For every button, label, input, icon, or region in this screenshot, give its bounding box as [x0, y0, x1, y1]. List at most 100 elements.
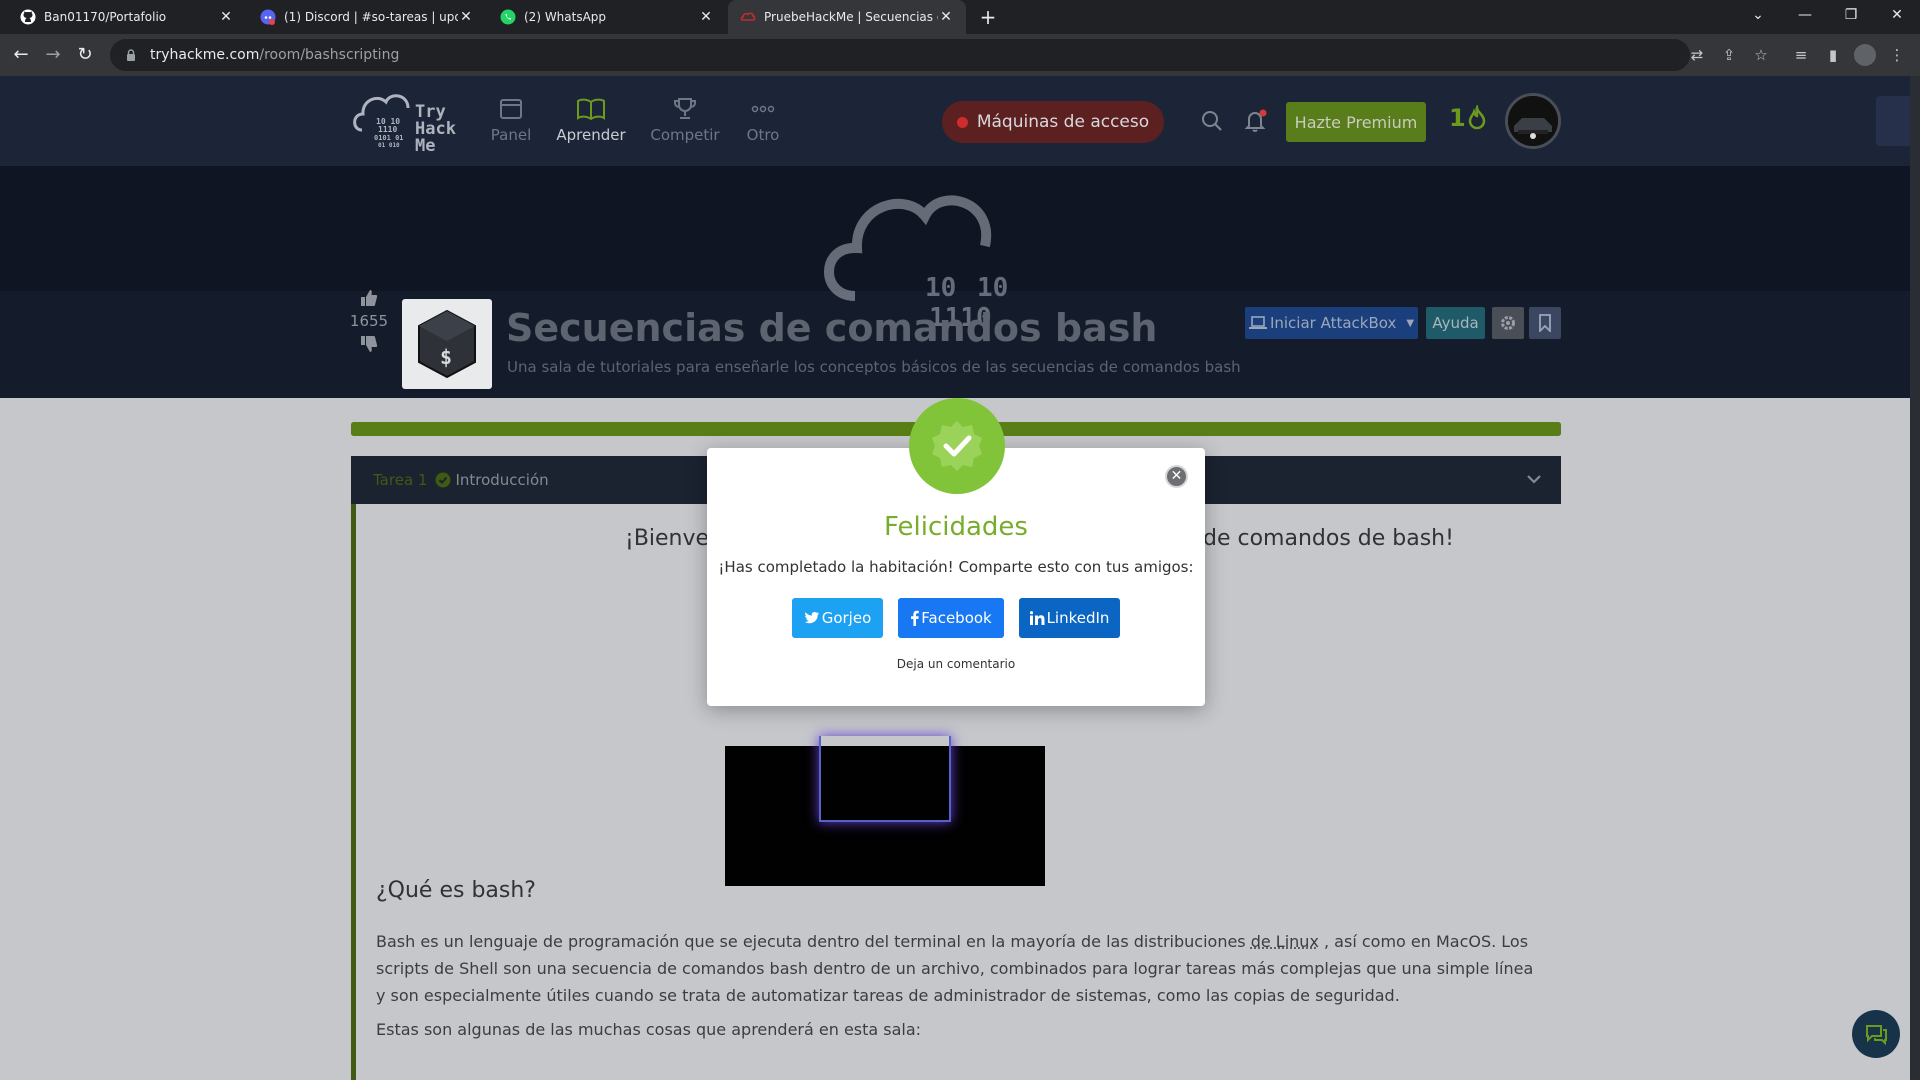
share-facebook-button[interactable]: Facebook — [898, 598, 1004, 638]
restore-button[interactable]: ❐ — [1828, 0, 1874, 30]
help-label: Ayuda — [1432, 314, 1479, 332]
tab-close-icon[interactable]: ✕ — [698, 9, 714, 25]
close-modal-button[interactable]: ✕ — [1165, 465, 1188, 488]
media-icon[interactable]: ≡ — [1790, 44, 1812, 66]
chat-button[interactable] — [1852, 1010, 1900, 1058]
book-icon — [553, 96, 629, 122]
premium-button[interactable]: Hazte Premium — [1286, 102, 1426, 142]
user-avatar[interactable] — [1505, 93, 1561, 149]
browser-tab[interactable]: Ban01170/Portafolio ✕ — [8, 0, 246, 34]
reload-icon[interactable]: ↻ — [72, 42, 98, 68]
whatsapp-icon — [500, 9, 516, 25]
new-tab-button[interactable]: + — [976, 5, 1000, 29]
access-machines-button[interactable]: Máquinas de acceso — [942, 101, 1164, 143]
nav-label: Panel — [490, 126, 532, 144]
svg-text:0101 01: 0101 01 — [374, 134, 404, 142]
welcome-heading-end: de comandos de bash! — [1203, 526, 1454, 551]
forward-arrow-icon[interactable]: → — [40, 42, 66, 68]
lock-icon — [124, 48, 138, 62]
tab-close-icon[interactable]: ✕ — [938, 9, 954, 25]
bookmark-button[interactable] — [1529, 307, 1561, 339]
settings-button[interactable] — [1492, 307, 1524, 339]
start-attackbox-button[interactable]: Iniciar AttackBox ▼ — [1245, 307, 1418, 339]
attackbox-label: Iniciar AttackBox — [1269, 314, 1397, 332]
logo-text: Try Hack Me — [415, 104, 456, 155]
task-number: Tarea 1 — [373, 471, 428, 489]
share-label: LinkedIn — [1046, 609, 1110, 627]
help-button[interactable]: Ayuda — [1426, 307, 1485, 339]
browser-tab[interactable]: (1) Discord | #so-tareas | upqroo ✕ — [248, 0, 486, 34]
share-linkedin-button[interactable]: LinkedIn — [1019, 598, 1120, 638]
access-label: Máquinas de acceso — [976, 112, 1150, 132]
thumbs-up-icon[interactable] — [359, 288, 379, 308]
section-heading: ¿Qué es bash? — [376, 878, 536, 903]
bookmark-icon — [1538, 314, 1552, 332]
back-arrow-icon[interactable]: ← — [8, 42, 34, 68]
premium-label: Hazte Premium — [1294, 112, 1418, 132]
svg-text:$: $ — [440, 345, 452, 369]
nav-item-panel[interactable]: Panel — [486, 96, 536, 144]
nav-item-otro[interactable]: Otro — [740, 96, 786, 144]
linux-link[interactable]: de Linux — [1251, 932, 1319, 951]
menu-icon[interactable]: ⋮ — [1886, 44, 1908, 66]
flame-icon — [1466, 105, 1488, 131]
tab-title: PruebeHackMe | Secuencias de c — [764, 10, 938, 24]
laptop-icon — [1248, 316, 1267, 330]
streak-count: 1 — [1449, 104, 1466, 132]
twitter-icon — [804, 611, 820, 625]
check-badge-icon — [929, 418, 985, 474]
bell-icon[interactable] — [1243, 108, 1269, 134]
side-tab[interactable] — [1876, 96, 1910, 146]
vote-widget: 1655 — [348, 288, 390, 354]
svg-text:1110: 1110 — [378, 125, 397, 134]
search-icon[interactable] — [1200, 109, 1224, 133]
vote-count: 1655 — [349, 312, 389, 330]
svg-text:10: 10 — [925, 273, 956, 303]
neon-frame — [819, 736, 951, 822]
facebook-icon — [910, 610, 920, 626]
modal-title: Felicidades — [884, 512, 1028, 542]
browser-tab-active[interactable]: PruebeHackMe | Secuencias de c ✕ — [728, 0, 966, 34]
tab-search-icon[interactable]: ⌄ — [1735, 0, 1781, 30]
site-header: 10 10 1110 0101 01 01 010 Try Hack Me Pa… — [0, 76, 1910, 166]
welcome-heading: ¡Bienve — [625, 526, 710, 551]
svg-text:10: 10 — [977, 273, 1008, 303]
close-window-button[interactable]: ✕ — [1874, 0, 1920, 30]
status-dot — [956, 116, 968, 128]
streak-counter[interactable]: 1 — [1449, 104, 1488, 132]
tab-close-icon[interactable]: ✕ — [458, 9, 474, 25]
share-twitter-button[interactable]: Gorjeo — [792, 598, 883, 638]
leave-comment-link[interactable]: Deja un comentario — [707, 657, 1205, 671]
check-circle-icon — [435, 472, 451, 488]
browser-tab[interactable]: (2) WhatsApp ✕ — [488, 0, 726, 34]
success-badge — [909, 398, 1005, 494]
modal-text: ¡Has completado la habitación! Comparte … — [718, 558, 1194, 576]
discord-icon — [260, 9, 276, 25]
nav-label: Competir — [650, 126, 720, 144]
translate-icon[interactable]: ⇄ — [1686, 44, 1708, 66]
browser-toolbar: ← → ↻ tryhackme.com/room/bashscripting ⇄… — [0, 34, 1920, 76]
chevron-down-icon[interactable] — [1525, 470, 1543, 488]
caret-down-icon[interactable]: ▼ — [1406, 318, 1414, 329]
url-text: tryhackme.com/room/bashscripting — [150, 47, 399, 63]
dashboard-icon — [486, 96, 536, 122]
nav-item-competir[interactable]: Competir — [647, 96, 723, 144]
minimize-button[interactable]: — — [1782, 0, 1828, 30]
profile-icon[interactable] — [1854, 44, 1876, 66]
room-subtitle: Una sala de tutoriales para enseñarle lo… — [507, 358, 1241, 376]
tab-close-icon[interactable]: ✕ — [218, 9, 234, 25]
side-panel-icon[interactable]: ▮ — [1822, 44, 1844, 66]
task-title: Introducción — [455, 471, 549, 489]
url-host: tryhackme.com — [150, 47, 260, 63]
nav-item-aprender[interactable]: Aprender — [553, 96, 629, 144]
thumbs-down-icon[interactable] — [359, 334, 379, 354]
trophy-icon — [647, 96, 723, 122]
tab-title: (2) WhatsApp — [524, 10, 607, 24]
share-icon[interactable]: ⇪ — [1718, 44, 1740, 66]
nav-label: Otro — [746, 126, 780, 144]
star-icon[interactable]: ☆ — [1750, 44, 1772, 66]
address-bar[interactable]: tryhackme.com/room/bashscripting — [110, 39, 1690, 71]
page-scrollbar[interactable] — [1910, 76, 1920, 1080]
tab-title: (1) Discord | #so-tareas | upqroo — [284, 10, 458, 24]
list-intro-paragraph: Estas son algunas de las muchas cosas qu… — [376, 1020, 922, 1039]
